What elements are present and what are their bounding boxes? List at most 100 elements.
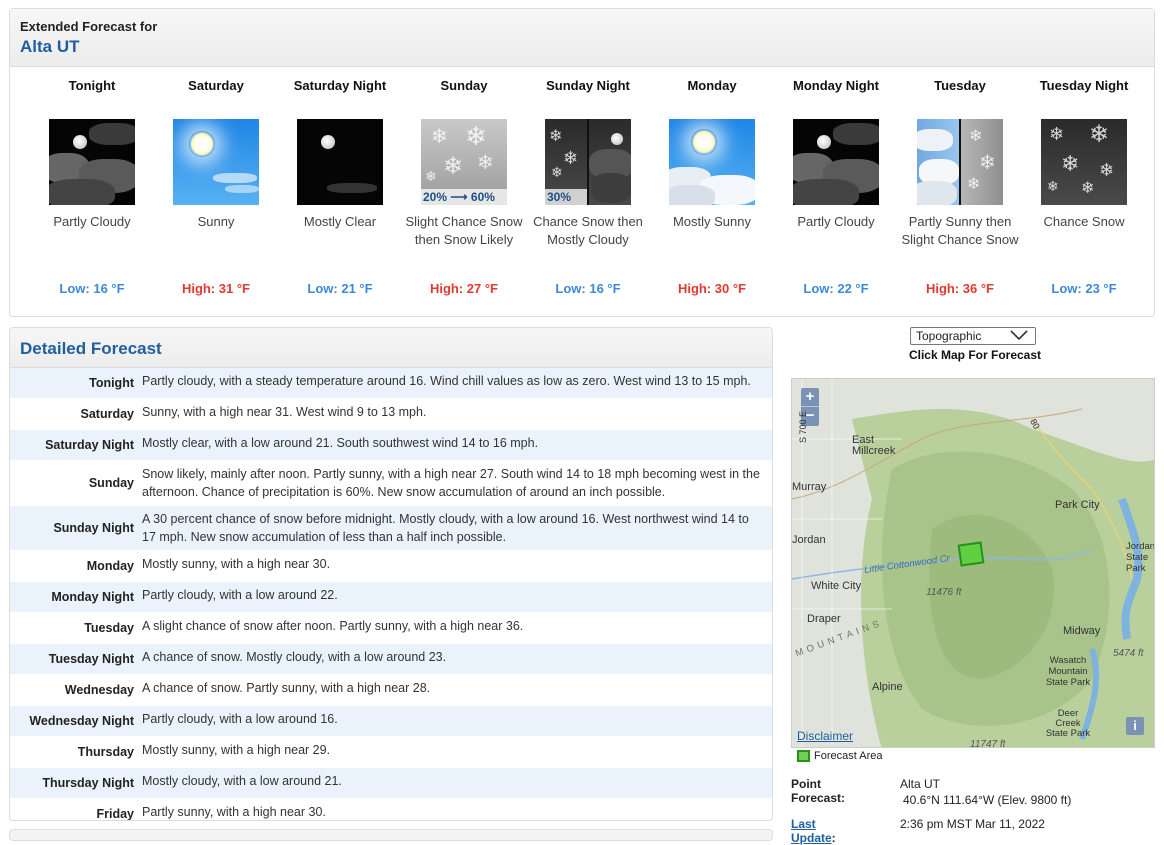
row-label: Wednesday Night — [29, 714, 134, 728]
row-label: Wednesday — [64, 683, 134, 697]
disclaimer-link[interactable]: Disclaimer — [797, 729, 853, 743]
period-description: Chance Snow then Mostly Cloudy — [533, 214, 643, 247]
night-clear-icon — [297, 119, 383, 205]
forecast-periods: Tonight Partly Cloudy Low: 16 °F Saturda… — [20, 75, 1144, 305]
row-text: A chance of snow. Partly sunny, with a h… — [142, 681, 431, 695]
elevation-label: 11476 ft — [926, 587, 962, 598]
place-label: White City — [811, 580, 862, 592]
row-text: Partly cloudy, with a low around 22. — [142, 588, 338, 602]
row-label: Friday — [96, 807, 134, 821]
period-monday-night[interactable]: Monday Night Partly Cloudy Low: 22 °F — [774, 75, 898, 296]
place-label: Murray — [792, 481, 827, 493]
row-text: A chance of snow. Mostly cloudy, with a … — [142, 650, 447, 664]
place-label: Jordanelle State Park — [1126, 541, 1155, 574]
row-text: Mostly cloudy, with a low around 21. — [142, 774, 342, 788]
forecast-row: Friday Partly sunny, with a high near 30. — [10, 799, 772, 821]
row-text: Partly sunny, with a high near 30. — [142, 805, 326, 819]
period-name: Tuesday — [934, 78, 986, 93]
precip-chance-band: 30% — [545, 189, 587, 205]
last-update-link[interactable]: Last Update — [791, 817, 832, 845]
forecast-row: Thursday Night Mostly cloudy, with a low … — [10, 768, 772, 799]
place-label: Jordan — [792, 534, 826, 546]
period-tuesday-night[interactable]: Tuesday Night ❄ ❄ ❄ ❄ ❄ ❄ Chance Snow Lo… — [1022, 75, 1146, 296]
period-sunday-night[interactable]: Sunday Night ❄ ❄ ❄ 30% Chance Snow then … — [526, 75, 650, 296]
row-text: A slight chance of snow after noon. Part… — [142, 619, 524, 633]
row-text: Partly cloudy, with a low around 16. — [142, 712, 338, 726]
period-description: Mostly Sunny — [672, 214, 752, 229]
period-description: Partly Sunny then Slight Chance Snow — [901, 214, 1019, 247]
period-monday[interactable]: Monday Mostly Sunny High: 30 °F — [650, 75, 774, 296]
place-label: Draper — [807, 613, 841, 625]
row-label: Monday Night — [51, 590, 134, 604]
forecast-row: Tonight Partly cloudy, with a steady temp… — [10, 368, 772, 399]
forecast-row: Tuesday A slight chance of snow after noo… — [10, 613, 772, 644]
period-temperature: Low: 23 °F — [1051, 281, 1117, 296]
period-name: Saturday — [188, 78, 244, 93]
point-forecast-label: Point Forecast: — [791, 777, 846, 805]
detailed-forecast-panel: Detailed Forecast Tonight Partly cloudy, … — [9, 327, 773, 821]
period-temperature: Low: 16 °F — [555, 281, 621, 296]
period-tonight[interactable]: Tonight Partly Cloudy Low: 16 °F — [30, 75, 154, 296]
period-saturday-night[interactable]: Saturday Night Mostly Clear Low: 21 °F — [278, 75, 402, 296]
period-name: Monday Night — [793, 78, 879, 93]
place-label: Midway — [1063, 625, 1101, 637]
row-label: Saturday Night — [45, 438, 134, 452]
period-name: Sunday Night — [546, 78, 630, 93]
forecast-row: Saturday Night Mostly clear, with a low a… — [10, 430, 772, 461]
period-saturday[interactable]: Saturday Sunny High: 31 °F — [154, 75, 278, 296]
period-temperature: High: 30 °F — [677, 281, 747, 296]
snow-then-cloudy-night-icon: ❄ ❄ ❄ 30% — [545, 119, 631, 205]
precip-chance-band: 20% ⟶ 60% — [421, 189, 507, 205]
last-update-value: 2:36 pm MST Mar 11, 2022 — [900, 817, 1045, 831]
period-description: Mostly Clear — [303, 214, 377, 229]
info-icon[interactable]: i — [1126, 717, 1144, 735]
row-label: Tuesday — [84, 621, 134, 635]
row-label: Monday — [86, 559, 134, 573]
row-label: Thursday Night — [42, 776, 134, 790]
place-label: Wasatch Mountain State Park — [1045, 655, 1091, 688]
forecast-row: Thursday Mostly sunny, with a high near 2… — [10, 737, 772, 768]
row-text: A 30 percent chance of snow before midni… — [142, 512, 749, 544]
period-name: Monday — [687, 78, 737, 93]
forecast-row: Saturday Sunny, with a high near 31. West… — [10, 399, 772, 430]
period-sunday[interactable]: Sunday ❄ ❄ ❄ ❄ ❄ 20% ⟶ 60% Slight Chance… — [402, 75, 526, 296]
row-text: Partly cloudy, with a steady temperature… — [142, 374, 751, 388]
period-temperature: Low: 22 °F — [803, 281, 869, 296]
sunny-icon — [173, 119, 259, 205]
forecast-row: Tuesday Night A chance of snow. Mostly cl… — [10, 644, 772, 675]
extended-forecast-header: Extended Forecast for Alta UT — [10, 9, 1154, 67]
period-description: Slight Chance Snow then Snow Likely — [405, 214, 523, 247]
forecast-row: Monday Night Partly cloudy, with a low ar… — [10, 582, 772, 613]
place-label: Alpine — [872, 681, 903, 693]
forecast-row: Sunday Snow likely, mainly after noon. Pa… — [10, 461, 772, 506]
period-temperature: Low: 16 °F — [59, 281, 125, 296]
detailed-forecast-title: Detailed Forecast — [20, 339, 162, 358]
period-tuesday[interactable]: Tuesday ❄ ❄ ❄ Partly Sunny then Slight C… — [898, 75, 1022, 296]
map-type-select[interactable]: Topographic — [910, 327, 1036, 345]
period-name: Sunday — [440, 78, 488, 93]
period-temperature: Low: 21 °F — [307, 281, 373, 296]
extended-forecast-panel: Extended Forecast for Alta UT Tonight Pa… — [9, 8, 1155, 317]
point-forecast-coords: 40.6°N 111.64°W (Elev. 9800 ft) — [903, 793, 1072, 807]
location-title: Alta UT — [20, 37, 80, 56]
row-text: Mostly clear, with a low around 21. Sout… — [142, 436, 539, 450]
forecast-row: Monday Mostly sunny, with a high near 30. — [10, 551, 772, 582]
place-label: East Millcreek — [852, 434, 896, 457]
period-temperature: High: 36 °F — [925, 281, 995, 296]
row-label: Sunday — [88, 476, 134, 490]
elevation-label: 5474 ft — [1113, 648, 1144, 659]
forecast-map[interactable]: + − S 700 E 80 East Millcreek Murray Par… — [791, 378, 1155, 748]
elevation-label: 11747 ft — [970, 739, 1006, 748]
road-label: S 700 E — [798, 410, 808, 443]
row-text: Sunny, with a high near 31. West wind 9 … — [142, 405, 427, 419]
next-panel-edge — [9, 829, 773, 841]
row-label: Sunday Night — [53, 521, 134, 535]
chevron-down-icon — [1009, 328, 1029, 345]
zoom-in-button[interactable]: + — [801, 388, 819, 406]
night-snow-icon: ❄ ❄ ❄ ❄ ❄ ❄ — [1041, 119, 1127, 205]
detailed-forecast-header: Detailed Forecast — [10, 328, 772, 368]
last-update-colon: : — [831, 831, 836, 845]
place-label: Park City — [1055, 499, 1100, 511]
forecast-row: Sunday Night A 30 percent chance of snow … — [10, 506, 772, 551]
extended-forecast-label: Extended Forecast for — [20, 19, 158, 34]
